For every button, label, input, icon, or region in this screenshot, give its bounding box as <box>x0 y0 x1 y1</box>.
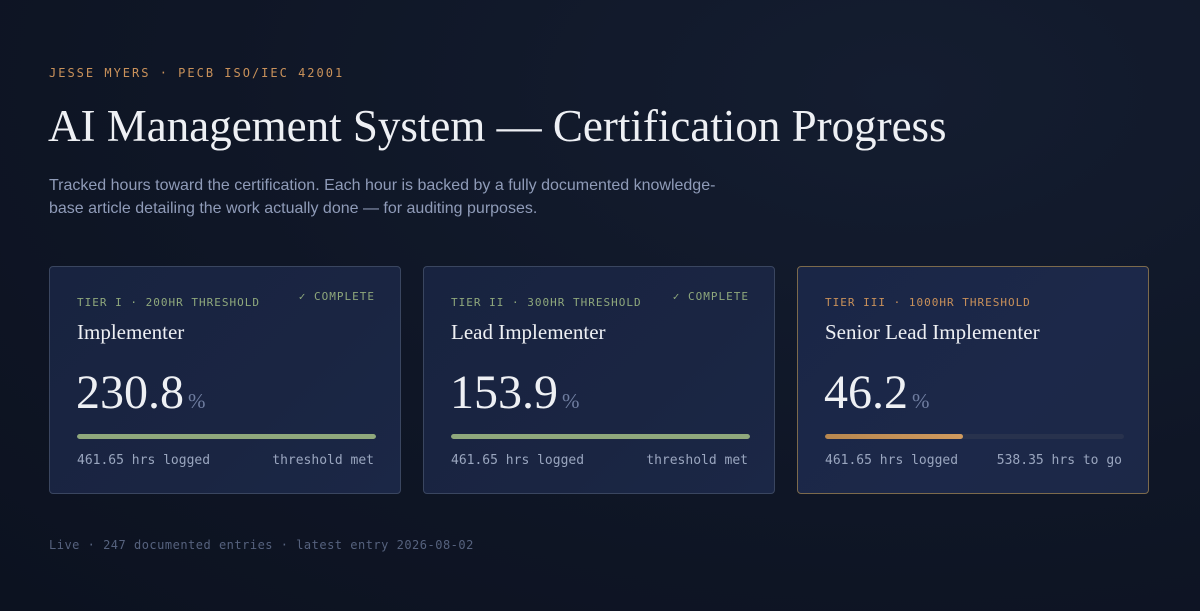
certification-name: Implementer <box>77 320 185 344</box>
percent-unit: % <box>188 389 206 413</box>
percent-value: 46.2 <box>824 366 908 419</box>
certification-name: Senior Lead Implementer <box>825 320 1040 344</box>
progress-bar <box>451 434 750 439</box>
page-title: AI Management System — Certification Pro… <box>48 101 947 151</box>
tier-label: TIER III · 1000HR THRESHOLD <box>825 296 1031 309</box>
percent-value: 230.8 <box>76 366 184 419</box>
threshold-status: threshold met <box>646 453 748 468</box>
percent-unit: % <box>562 389 580 413</box>
complete-badge: ✓ COMPLETE <box>298 290 375 303</box>
tier-card-implementer: TIER I · 200HR THRESHOLD ✓ COMPLETE Impl… <box>49 266 401 494</box>
percent-value: 153.9 <box>450 366 558 419</box>
progress-bar <box>77 434 376 439</box>
hours-logged: 461.65 hrs logged <box>825 453 959 468</box>
progress-bar-fill <box>451 434 750 439</box>
progress-percent: 46.2% <box>824 365 930 420</box>
page-description: Tracked hours toward the certification. … <box>49 177 716 217</box>
certification-name: Lead Implementer <box>451 320 606 344</box>
progress-bar-fill <box>77 434 376 439</box>
tier-card-senior-lead-implementer: TIER III · 1000HR THRESHOLD Senior Lead … <box>797 266 1149 494</box>
footer-status: Live · 247 documented entries · latest e… <box>49 538 474 552</box>
tier-label: TIER II · 300HR THRESHOLD <box>451 296 642 309</box>
complete-badge: ✓ COMPLETE <box>672 290 749 303</box>
hours-logged: 461.65 hrs logged <box>77 453 211 468</box>
hours-remaining: 538.35 hrs to go <box>996 453 1122 468</box>
tier-card-lead-implementer: TIER II · 300HR THRESHOLD ✓ COMPLETE Lea… <box>423 266 775 494</box>
eyebrow-label: JESSE MYERS · PECB ISO/IEC 42001 <box>49 66 345 80</box>
progress-bar <box>825 434 1124 439</box>
percent-unit: % <box>912 389 930 413</box>
threshold-status: threshold met <box>272 453 374 468</box>
hours-logged: 461.65 hrs logged <box>451 453 585 468</box>
tier-label: TIER I · 200HR THRESHOLD <box>77 296 260 309</box>
progress-bar-fill <box>825 434 964 439</box>
progress-percent: 230.8% <box>76 365 206 420</box>
progress-percent: 153.9% <box>450 365 580 420</box>
